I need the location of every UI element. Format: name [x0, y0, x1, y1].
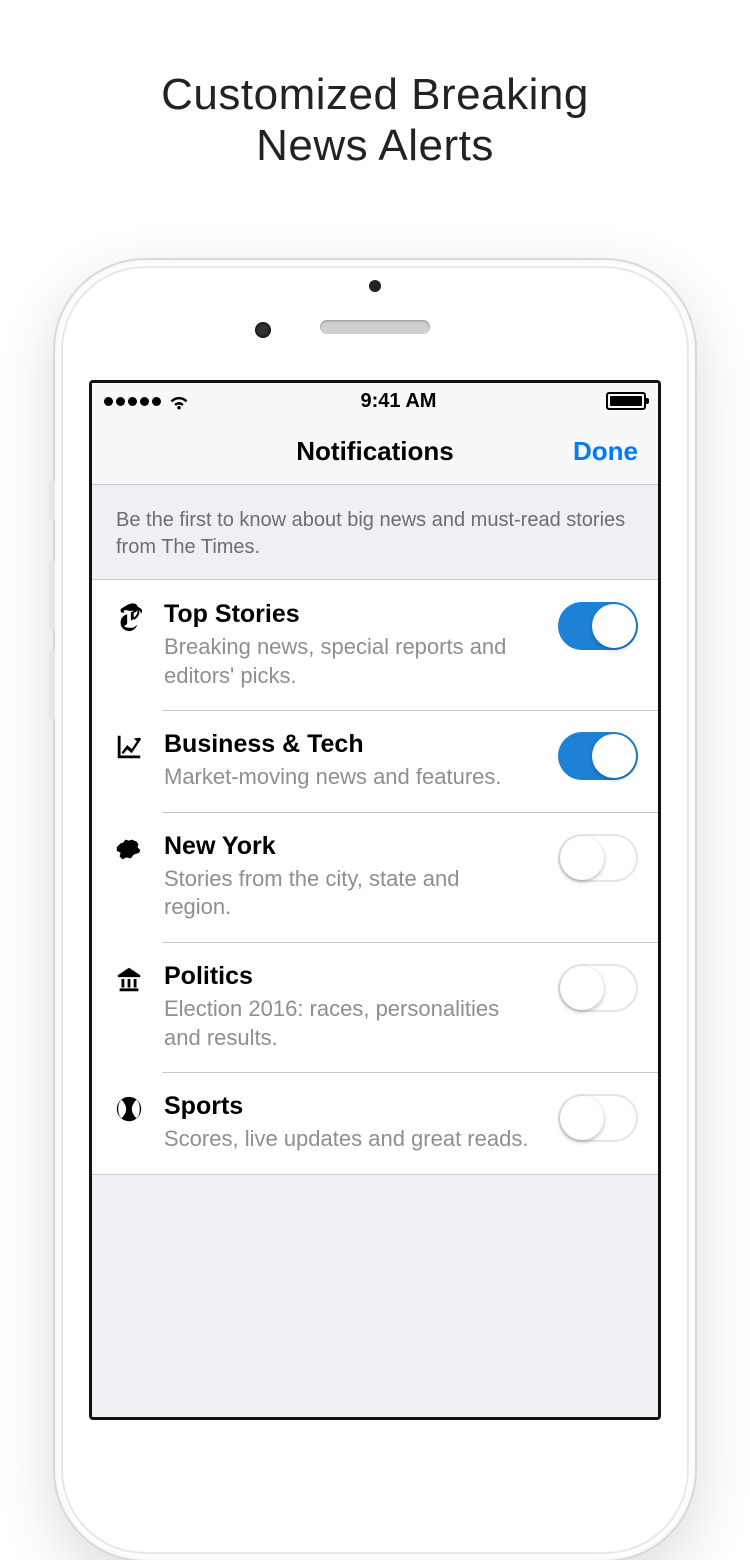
mute-switch	[49, 480, 55, 520]
wifi-icon	[167, 392, 191, 410]
row-title: Sports	[164, 1092, 530, 1121]
row-desc: Market-moving news and features.	[164, 763, 530, 792]
row-new-york: New York Stories from the city, state an…	[92, 812, 658, 942]
ny-state-icon	[112, 832, 146, 864]
phone-frame: 9:41 AM Notifications Done Be the first …	[55, 260, 695, 1560]
toggle-business-tech[interactable]	[558, 732, 638, 780]
status-left	[104, 392, 191, 410]
row-desc: Stories from the city, state and region.	[164, 865, 530, 922]
row-desc: Election 2016: races, personalities and …	[164, 995, 530, 1052]
chart-up-icon	[112, 730, 146, 762]
toggle-sports[interactable]	[558, 1094, 638, 1142]
nyt-t-icon	[112, 600, 146, 632]
page-title: Notifications	[296, 436, 453, 467]
status-time: 9:41 AM	[361, 390, 437, 413]
content-scroll[interactable]: Be the first to know about big news and …	[92, 485, 658, 1417]
earpiece-speaker	[320, 320, 430, 334]
phone-screen: 9:41 AM Notifications Done Be the first …	[89, 380, 661, 1420]
row-title: New York	[164, 832, 530, 861]
volume-up-button	[49, 560, 55, 630]
toggle-new-york[interactable]	[558, 834, 638, 882]
done-button[interactable]: Done	[573, 436, 638, 467]
section-header: Be the first to know about big news and …	[92, 485, 658, 579]
gov-building-icon	[112, 962, 146, 994]
status-bar: 9:41 AM	[92, 383, 658, 419]
row-title: Politics	[164, 962, 530, 991]
battery-icon	[606, 392, 646, 410]
toggle-politics[interactable]	[558, 964, 638, 1012]
baseball-icon	[112, 1092, 146, 1124]
row-business-tech: Business & Tech Market-moving news and f…	[92, 710, 658, 812]
nav-bar: Notifications Done	[92, 419, 658, 485]
row-desc: Breaking news, special reports and edito…	[164, 633, 530, 690]
promo-line2: News Alerts	[256, 121, 494, 170]
row-top-stories: Top Stories Breaking news, special repor…	[92, 580, 658, 710]
toggle-top-stories[interactable]	[558, 602, 638, 650]
row-desc: Scores, live updates and great reads.	[164, 1125, 530, 1154]
volume-down-button	[49, 650, 55, 720]
row-politics: Politics Election 2016: races, personali…	[92, 942, 658, 1072]
notification-categories-list: Top Stories Breaking news, special repor…	[92, 579, 658, 1175]
cellular-signal-icon	[104, 397, 161, 406]
status-right	[606, 392, 646, 410]
row-title: Business & Tech	[164, 730, 530, 759]
row-sports: Sports Scores, live updates and great re…	[92, 1072, 658, 1174]
row-title: Top Stories	[164, 600, 530, 629]
front-camera	[255, 322, 271, 338]
promo-line1: Customized Breaking	[161, 70, 589, 119]
top-mic-dot	[369, 280, 381, 292]
promo-title: Customized Breaking News Alerts	[0, 70, 750, 171]
